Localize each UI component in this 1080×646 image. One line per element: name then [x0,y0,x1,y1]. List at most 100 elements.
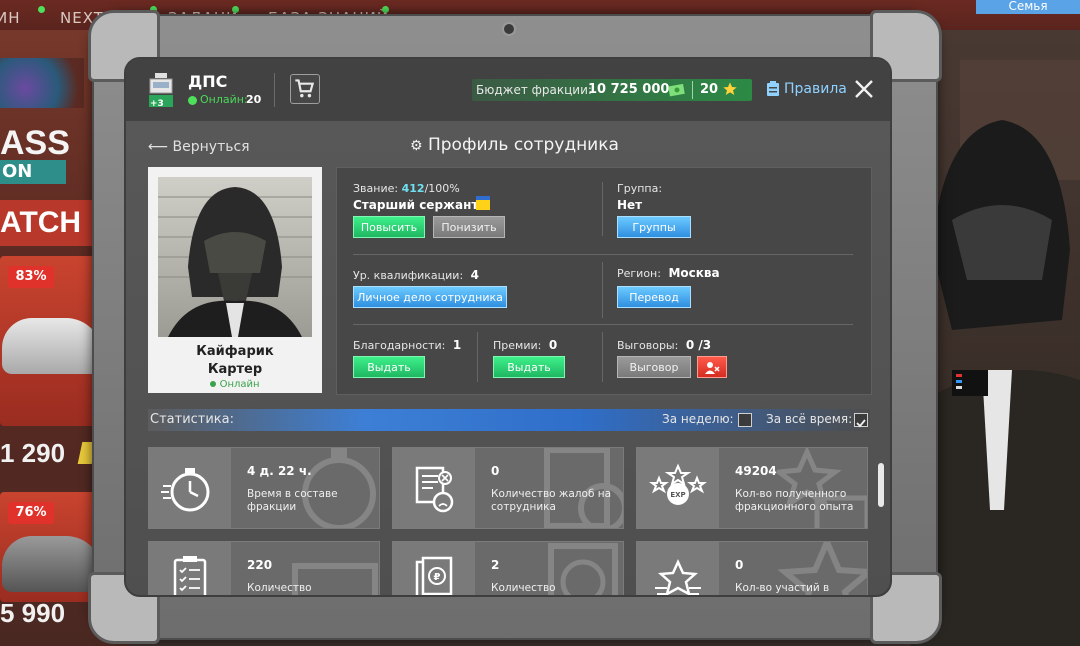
qualification-value: 4 [470,268,480,282]
stat-icon-box: ₽ [393,542,475,595]
back-button[interactable]: ⟵ Вернуться [148,139,250,155]
row-divider [353,324,853,325]
stat-icon-box [149,542,231,595]
transfer-button[interactable]: Перевод [617,286,691,308]
rank-progress-max: /100% [424,182,460,195]
back-label: Вернуться [172,139,250,155]
faction-name: ДПС [188,72,228,91]
groups-button[interactable]: Группы [617,216,691,238]
notification-dot [232,6,239,13]
scrollbar[interactable] [878,463,884,507]
online-label: Онлайн: [200,93,248,106]
stat-icon-box [149,448,231,528]
region-value: Москва [668,266,720,280]
pass-title: ASS [0,124,70,162]
star-rank-icon [655,558,701,595]
stat-label: Кол-во участий в [735,582,830,594]
group-value: Нет [617,198,643,212]
exp-stars-icon: EXP [649,463,707,505]
thanks-value: 1 [452,338,462,352]
topnav-item-0[interactable]: ИН [0,9,21,27]
checklist-icon [173,556,207,595]
page-title: ⚙ Профиль сотрудника [410,135,619,155]
period-week-checkbox[interactable] [738,413,752,427]
reprimand-button[interactable]: Выговор [617,356,691,378]
discount-badge: 76% [8,502,54,524]
online-indicator [188,96,197,105]
ruble-document-icon: ₽ [415,556,453,595]
give-thanks-button[interactable]: Выдать [353,356,425,378]
give-bonus-button[interactable]: Выдать [493,356,565,378]
column-divider [602,332,603,382]
reprimand-value: 0 /3 [685,338,712,352]
budget-value: 10 725 000 [588,82,670,97]
stopwatch-icon [161,468,210,512]
stat-value: 0 [735,558,744,572]
stat-value: 0 [491,464,500,478]
online-dot [210,381,217,387]
rank-label: Звание: 412/100% [353,182,460,195]
camera-icon [502,22,516,36]
notification-dot [382,6,389,13]
stat-card-experience: EXP 49204 Кол-во полученного фракционног… [636,447,868,529]
promote-button[interactable]: Повысить [353,216,425,238]
region-label: Регион: Москва [617,266,720,280]
group-label: Группа: [617,182,663,195]
match-title: ATCH [0,206,82,239]
money-icon [668,83,685,97]
stat-label: Время в составе фракции [247,488,338,513]
stat-value: 49204 [735,464,777,478]
close-icon[interactable] [852,77,876,101]
stat-value: 2 [491,558,500,572]
employee-card: Кайфарик Картер Онлайн [148,167,322,393]
budget-label: Бюджет фракции: [476,83,592,97]
star-icon [723,82,737,95]
tablet-screen: +3 ДПС Онлайн: 20 Бюджет фракции: 10 725… [124,57,892,597]
stat-label: Кол-во полученного фракционного опыта [735,488,854,513]
employee-last-name: Картер [207,362,263,377]
period-all-label: За всё время: [766,412,853,426]
period-week-label: За неделю: [662,412,734,426]
online-count: 20 [246,93,262,106]
budget-divider [692,81,693,99]
stat-value: 220 [247,558,273,572]
stat-label: Количество жалоб на сотрудника [491,488,612,513]
notification-dot [38,6,45,13]
family-button[interactable]: Семья [976,0,1080,14]
stat-card-faction-time: 4 д. 22 ч. Время в составе фракции [148,447,380,529]
employee-avatar [158,187,312,337]
car-price: 1 290 [0,438,66,468]
stat-card-tasks: 220 Количество [148,541,380,595]
column-divider [602,182,603,236]
stat-icon-box: EXP [637,448,719,528]
qualification-label: Ур. квалификации: 4 [353,268,480,282]
row-divider [353,254,853,255]
period-all-checkbox[interactable] [854,413,868,428]
car-image [2,536,102,592]
car-image [2,318,102,374]
dismiss-button[interactable] [697,356,727,378]
column-divider [602,262,603,318]
dossier-button[interactable]: Личное дело сотрудника [353,286,507,308]
check-icon [856,419,866,428]
page-title-text: Профиль сотрудника [427,135,619,155]
column-divider [477,332,478,382]
demote-button[interactable]: Понизить [433,216,505,238]
stat-value: 4 д. 22 ч. [247,464,312,478]
svg-text:₽: ₽ [434,572,441,583]
header-divider [274,73,275,107]
rank-name: Старший сержант [353,198,479,212]
cart-icon [295,79,315,98]
rank-progress: 412 [401,182,425,195]
gear-icon: ⚙ [410,138,423,154]
remove-user-icon [705,362,720,374]
clipboard-icon [767,81,779,96]
stat-icon-box [393,448,475,528]
shop-button[interactable] [290,74,320,104]
rules-link[interactable]: Правила [784,81,847,97]
stat-card-events: 0 Кол-во участий в [636,541,868,595]
stat-card-complaints: 0 Количество жалоб на сотрудника [392,447,624,529]
complaint-icon [415,466,454,513]
stat-icon-box [637,542,719,595]
employee-first-name: Кайфарик [196,344,274,359]
